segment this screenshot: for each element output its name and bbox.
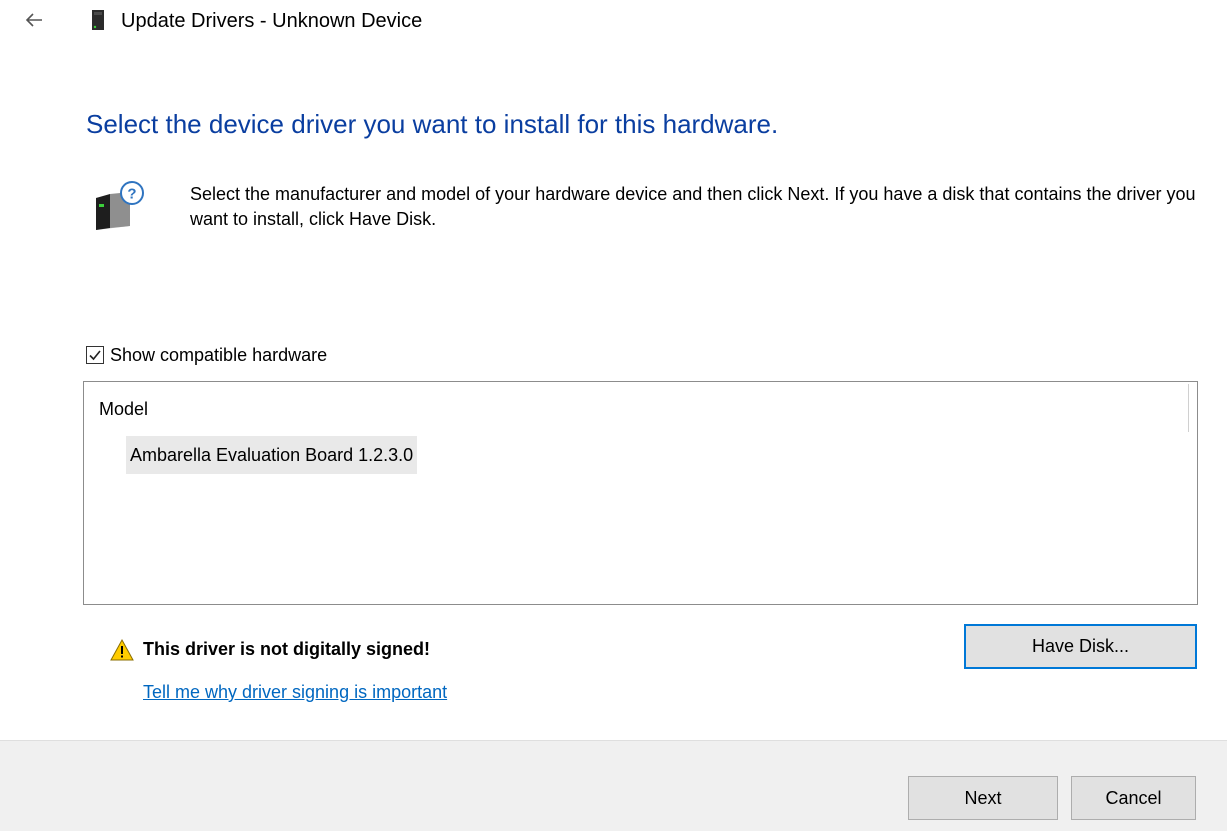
- list-scroll-edge: [1188, 384, 1189, 432]
- window-title: Update Drivers - Unknown Device: [121, 10, 423, 32]
- model-list-item[interactable]: Ambarella Evaluation Board 1.2.3.0: [126, 436, 418, 474]
- have-disk-button[interactable]: Have Disk...: [964, 624, 1197, 669]
- checkbox-label: Show compatible hardware: [110, 345, 328, 365]
- instructions-text: Select the manufacturer and model of you…: [190, 184, 1196, 229]
- unknown-hardware-icon: ?: [90, 176, 148, 234]
- driver-signing-link[interactable]: Tell me why driver signing is important: [143, 680, 447, 704]
- checkbox-box[interactable]: [86, 346, 104, 364]
- warning-icon: [110, 638, 134, 662]
- next-button[interactable]: Next: [908, 776, 1058, 820]
- cancel-button[interactable]: Cancel: [1071, 776, 1196, 820]
- show-compatible-hardware-checkbox[interactable]: Show compatible hardware: [86, 343, 327, 367]
- model-listbox[interactable]: Model Ambarella Evaluation Board 1.2.3.0: [83, 381, 1198, 605]
- checkmark-icon: [89, 350, 101, 361]
- unsigned-driver-warning: This driver is not digitally signed!: [143, 639, 431, 659]
- device-icon: [91, 9, 105, 31]
- svg-text:?: ?: [127, 186, 136, 203]
- page-heading: Select the device driver you want to ins…: [86, 109, 779, 139]
- back-arrow-icon[interactable]: [22, 8, 46, 32]
- model-column-header: Model: [99, 399, 149, 419]
